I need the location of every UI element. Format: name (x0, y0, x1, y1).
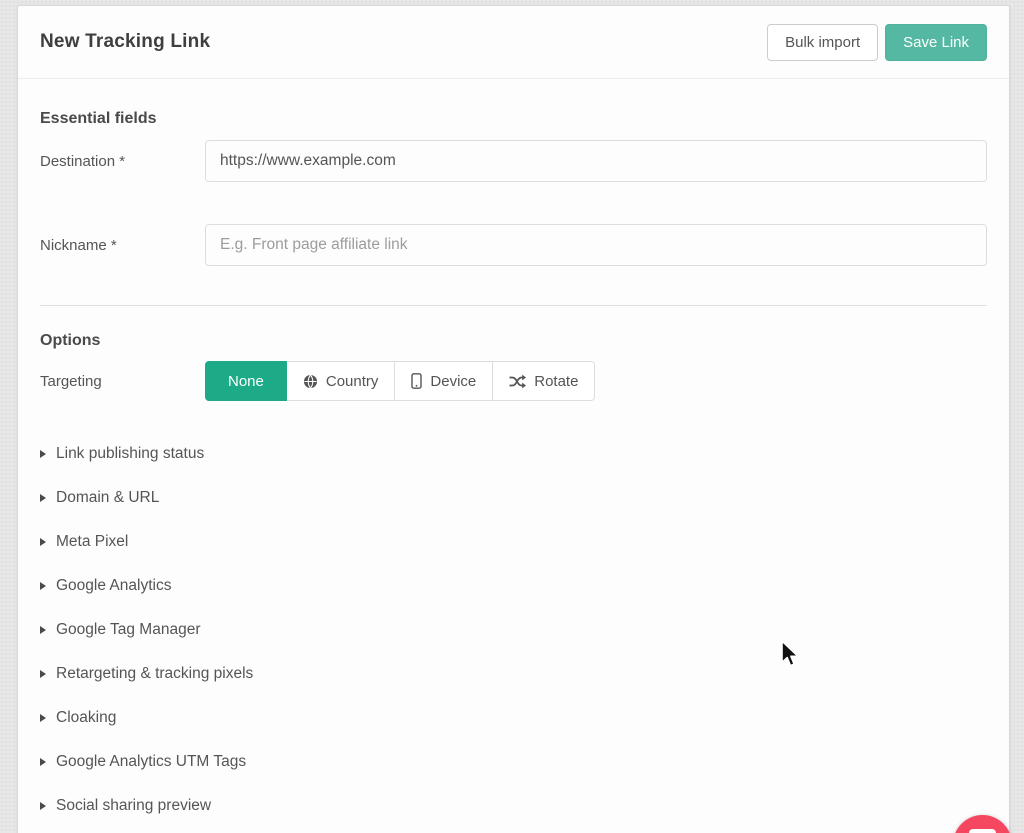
caret-right-icon (40, 758, 46, 766)
targeting-country-label: Country (326, 373, 379, 390)
destination-row: Destination * (40, 140, 987, 182)
collapsible-section-label: Social sharing preview (56, 797, 211, 815)
caret-right-icon (40, 494, 46, 502)
targeting-device-button[interactable]: Device (394, 361, 493, 401)
shuffle-icon (509, 374, 526, 389)
globe-icon (303, 374, 318, 389)
targeting-button-group: None Country (205, 361, 595, 401)
collapsible-section-cloaking[interactable]: Cloaking (40, 696, 987, 740)
nickname-input[interactable] (205, 224, 987, 266)
mobile-icon (411, 373, 422, 389)
caret-right-icon (40, 450, 46, 458)
nickname-row: Nickname * (40, 224, 987, 266)
collapsible-section-label: Retargeting & tracking pixels (56, 665, 253, 683)
card-header: New Tracking Link Bulk import Save Link (18, 6, 1009, 79)
collapsible-sections: Link publishing status Domain & URL Meta… (40, 432, 987, 828)
collapsible-section-label: Cloaking (56, 709, 116, 727)
collapsible-section-google-tag-manager[interactable]: Google Tag Manager (40, 608, 987, 652)
collapsible-section-label: Google Analytics (56, 577, 171, 595)
collapsible-section-label: Google Tag Manager (56, 621, 200, 639)
page-title: New Tracking Link (40, 31, 210, 53)
targeting-label: Targeting (40, 373, 205, 390)
nickname-label: Nickname * (40, 237, 205, 254)
targeting-country-button[interactable]: Country (286, 361, 396, 401)
caret-right-icon (40, 670, 46, 678)
caret-right-icon (40, 802, 46, 810)
collapsible-section-google-analytics[interactable]: Google Analytics (40, 564, 987, 608)
targeting-row: Targeting None Country (40, 361, 987, 401)
targeting-none-label: None (228, 373, 264, 390)
caret-right-icon (40, 582, 46, 590)
collapsible-section-domain-url[interactable]: Domain & URL (40, 476, 987, 520)
collapsible-section-meta-pixel[interactable]: Meta Pixel (40, 520, 987, 564)
collapsible-section-label: Meta Pixel (56, 533, 128, 551)
section-divider (40, 305, 987, 306)
collapsible-section-retargeting-tracking-pixels[interactable]: Retargeting & tracking pixels (40, 652, 987, 696)
destination-label: Destination * (40, 153, 205, 170)
collapsible-section-link-publishing-status[interactable]: Link publishing status (40, 432, 987, 476)
form-body: Essential fields Destination * Nickname … (18, 79, 1009, 828)
collapsible-section-label: Domain & URL (56, 489, 159, 507)
chat-bubble-icon (969, 829, 996, 833)
collapsible-section-label: Google Analytics UTM Tags (56, 753, 246, 771)
new-tracking-link-card: New Tracking Link Bulk import Save Link … (17, 5, 1010, 833)
targeting-rotate-button[interactable]: Rotate (492, 361, 595, 401)
essential-fields-heading: Essential fields (40, 79, 987, 128)
caret-right-icon (40, 626, 46, 634)
destination-input[interactable] (205, 140, 987, 182)
page-background: { "header": { "title": "New Tracking Lin… (0, 0, 1024, 833)
collapsible-section-google-analytics-utm-tags[interactable]: Google Analytics UTM Tags (40, 740, 987, 784)
targeting-rotate-label: Rotate (534, 373, 578, 390)
targeting-device-label: Device (430, 373, 476, 390)
save-link-button[interactable]: Save Link (885, 24, 987, 61)
options-heading: Options (40, 332, 987, 350)
collapsible-section-label: Link publishing status (56, 445, 204, 463)
caret-right-icon (40, 714, 46, 722)
bulk-import-button[interactable]: Bulk import (767, 24, 878, 61)
caret-right-icon (40, 538, 46, 546)
collapsible-section-social-sharing-preview[interactable]: Social sharing preview (40, 784, 987, 828)
targeting-none-button[interactable]: None (205, 361, 287, 401)
